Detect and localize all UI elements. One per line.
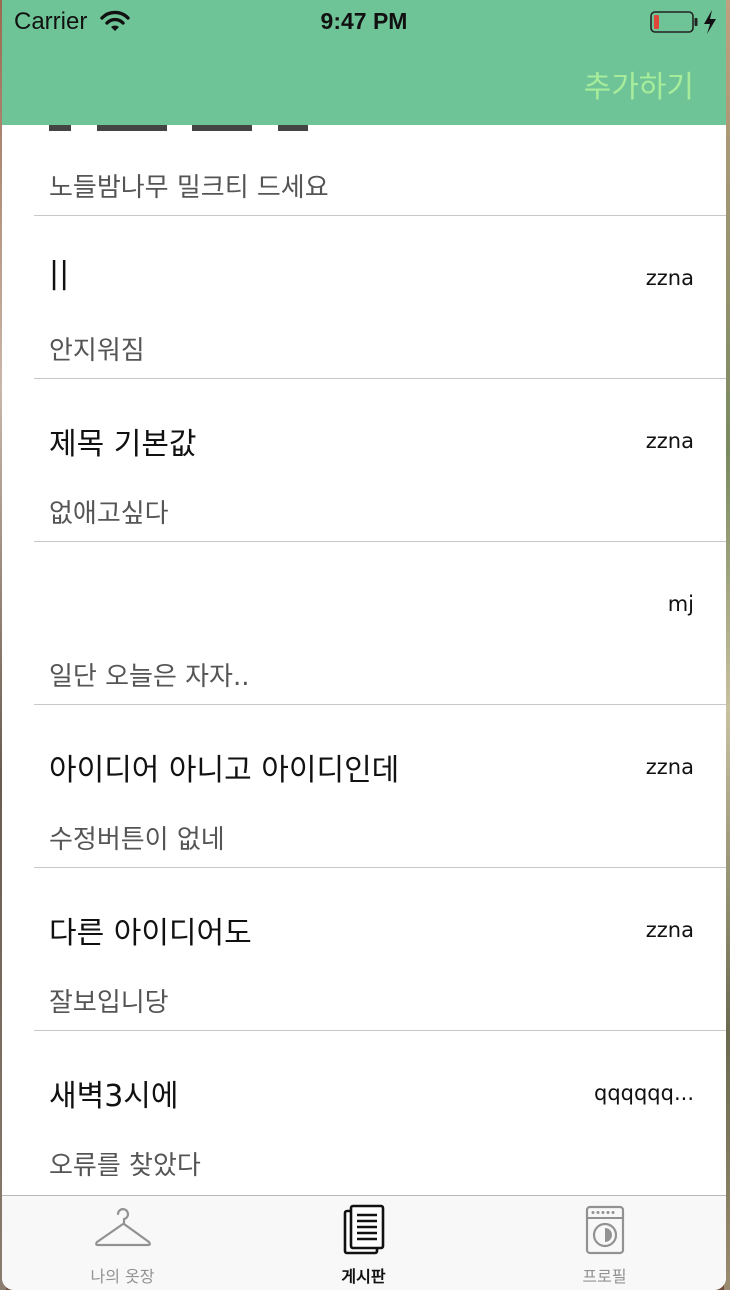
post-row[interactable]: 다른 아이디어도 zzna 잘보입니당 bbox=[2, 868, 726, 1031]
charging-bolt-icon bbox=[704, 10, 716, 34]
post-author: mj bbox=[667, 592, 694, 616]
hanger-icon bbox=[94, 1208, 151, 1247]
tab-board[interactable]: 게시판 bbox=[243, 1196, 484, 1290]
post-content: 수정버튼이 없네 bbox=[49, 825, 225, 855]
post-content: 일단 오늘은 자자.. bbox=[49, 662, 250, 692]
post-title: 제목 기본값 bbox=[49, 427, 197, 462]
post-content: 오류를 찾았다 bbox=[49, 1151, 201, 1181]
board-icon bbox=[343, 1204, 384, 1255]
tab-label: 나의 옷장 bbox=[90, 1267, 155, 1286]
tab-profile[interactable]: 프로필 bbox=[484, 1196, 725, 1290]
post-author: zzna bbox=[645, 918, 694, 942]
washing-machine-icon bbox=[585, 1205, 624, 1255]
post-row[interactable]: 제목 기본값 zzna 없애고싶다 bbox=[2, 379, 726, 542]
post-row[interactable]: || zzna 안지워짐 bbox=[2, 216, 726, 379]
post-author: zzna bbox=[645, 755, 694, 779]
post-row[interactable]: 아이디어 아니고 아이디인데 zzna 수정버튼이 없네 bbox=[2, 705, 726, 868]
navigation-header: Carrier 9:47 PM 추가하기 bbox=[2, 0, 726, 125]
post-content: 없애고싶다 bbox=[49, 499, 169, 529]
tab-my-closet[interactable]: 나의 옷장 bbox=[2, 1196, 243, 1290]
post-title bbox=[49, 125, 308, 144]
tab-label: 프로필 bbox=[582, 1267, 627, 1286]
battery-icon bbox=[650, 11, 698, 33]
post-list[interactable]: 노들밤나무 밀크티 드세요 || zzna 안지워짐 제목 기본값 zzna 없… bbox=[2, 125, 726, 1195]
status-bar: Carrier 9:47 PM bbox=[2, 0, 726, 44]
post-row[interactable]: 새벽3시에 qqqqqq... 오류를 찾았다 bbox=[2, 1031, 726, 1194]
post-author: qqqqqq... bbox=[593, 1081, 694, 1105]
post-author: zzna bbox=[645, 429, 694, 453]
post-content: 안지워짐 bbox=[49, 336, 145, 366]
post-title: 아이디어 아니고 아이디인데 bbox=[49, 753, 400, 788]
status-time: 9:47 PM bbox=[320, 8, 408, 34]
board-sheet: Carrier 9:47 PM 추가하기 노들밤나무 밀크티 드세요 || zz… bbox=[2, 0, 726, 1290]
add-post-button[interactable]: 추가하기 bbox=[584, 62, 694, 106]
post-row[interactable]: 노들밤나무 밀크티 드세요 bbox=[2, 125, 726, 216]
post-content: 노들밤나무 밀크티 드세요 bbox=[49, 173, 329, 203]
post-title: 다른 아이디어도 bbox=[49, 916, 252, 951]
post-title: 새벽3시에 bbox=[49, 1079, 179, 1114]
tab-label: 게시판 bbox=[341, 1267, 386, 1286]
tab-bar: 나의 옷장 게시판 프로필 bbox=[2, 1195, 726, 1290]
post-row[interactable]: mj 일단 오늘은 자자.. bbox=[2, 542, 726, 705]
post-title: || bbox=[49, 256, 70, 291]
post-content: 잘보입니당 bbox=[49, 988, 169, 1018]
post-author: zzna bbox=[645, 266, 694, 290]
